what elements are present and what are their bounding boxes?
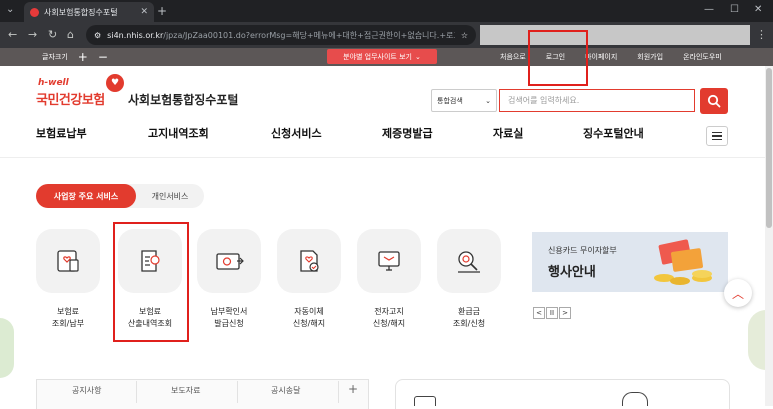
mypage-link[interactable]: 마이페이지 (585, 52, 617, 62)
banner-subtitle: 신용카드 무이자할부 (548, 246, 617, 255)
home-icon[interactable]: ⌂ (67, 28, 74, 41)
premium-calc-highlight-box (113, 222, 189, 342)
banner-prev-button[interactable]: < (533, 307, 545, 319)
header-divider (0, 157, 773, 158)
home-link[interactable]: 처음으로 (500, 52, 526, 62)
login-highlight-box (528, 30, 588, 86)
notice-divider (338, 381, 339, 403)
document-icon (414, 396, 436, 406)
banner-title: 행사안내 (548, 265, 596, 280)
font-size-label: 글자크기 (42, 53, 68, 61)
font-size-control: 글자크기 + − (42, 48, 108, 66)
browser-menu-icon[interactable]: ⋮ (756, 28, 767, 41)
notice-divider (237, 381, 238, 403)
gnb-certificate[interactable]: 제증명발급 (382, 125, 433, 141)
refund-search-icon (458, 251, 480, 273)
service-label[interactable]: 자동이체 신청/해지 (274, 306, 344, 331)
site-title[interactable]: 사회보험통합징수포털 (128, 91, 238, 108)
e-notice-icon (378, 251, 400, 271)
notice-divider (136, 381, 137, 403)
site-info-icon[interactable]: ⚙ (94, 31, 101, 40)
tab-business-services[interactable]: 사업장 주요 서비스 (36, 184, 136, 208)
chevron-down-icon: ⌄ (414, 52, 421, 61)
reload-icon[interactable]: ↻ (48, 28, 57, 41)
decoration-left (0, 318, 14, 378)
back-icon[interactable]: ← (8, 28, 17, 41)
chat-icon (622, 392, 648, 406)
certificate-icon (216, 253, 244, 270)
service-label[interactable]: 환급금 조회/신청 (434, 306, 504, 331)
tab-list-icon[interactable]: ⌄ (6, 4, 14, 15)
browser-tab[interactable]: 사회보험통합징수포털 ✕ (24, 2, 154, 22)
site-favicon-icon (30, 7, 39, 17)
font-decrease-button[interactable]: − (98, 51, 108, 63)
document-heart-icon (57, 250, 79, 272)
service-auto-transfer[interactable] (277, 229, 341, 293)
gnb-payment[interactable]: 보험료납부 (36, 125, 87, 141)
scrollbar-thumb[interactable] (766, 68, 772, 228)
service-premium-payment[interactable] (36, 229, 100, 293)
search-input[interactable]: 검색어를 입력하세요. (499, 89, 695, 112)
menu-button[interactable] (706, 126, 728, 146)
browser-toolbar: ← → ↻ ⌂ ⚙ si4n.nhis.or.kr/jpza/JpZaa0010… (0, 22, 773, 48)
bookmark-star-icon[interactable]: ☆ (461, 31, 468, 40)
tab-personal-services[interactable]: 개인서비스 (140, 184, 200, 208)
gnb-archive[interactable]: 자료실 (493, 125, 523, 141)
tab-press[interactable]: 보도자료 (171, 385, 200, 396)
scroll-top-button[interactable]: ︿ (724, 279, 752, 307)
minimize-icon[interactable]: — (704, 4, 714, 15)
search-scope-select[interactable]: 통합검색 ⌄ (431, 89, 497, 112)
close-window-icon[interactable]: ✕ (754, 4, 762, 15)
quick-menu-panel (395, 379, 730, 409)
gnb-application[interactable]: 신청서비스 (271, 125, 322, 141)
maximize-icon[interactable]: ☐ (730, 4, 739, 15)
banner-pause-button[interactable]: II (546, 307, 558, 319)
tab-notices[interactable]: 공지사항 (72, 385, 101, 396)
search-button[interactable] (700, 88, 728, 114)
field-sites-label: 분야별 업무사이트 보기 (343, 52, 412, 61)
chevron-up-icon: ︿ (731, 286, 744, 301)
credit-card-coins-icon (654, 239, 712, 285)
url-host: si4n.nhis.or.kr (107, 30, 164, 40)
service-label[interactable]: 전자고지 신청/해지 (354, 306, 424, 331)
address-bar[interactable]: ⚙ si4n.nhis.or.kr/jpza/JpZaa00101.do?err… (86, 25, 476, 45)
decoration-right (748, 310, 766, 370)
url-text: si4n.nhis.or.kr/jpza/JpZaa00101.do?error… (107, 30, 455, 41)
browser-tab-bar: ⌄ 사회보험통합징수포털 ✕ + — ☐ ✕ (0, 0, 773, 22)
notice-more-icon[interactable]: + (348, 382, 358, 396)
search-placeholder: 검색어를 입력하세요. (508, 96, 580, 105)
gnb-portal-guide[interactable]: 징수포털안내 (583, 125, 644, 141)
tab-public-delivery[interactable]: 공시송달 (271, 385, 300, 396)
logo-hwell: h-well (38, 78, 69, 88)
search-scope-value: 통합검색 (437, 96, 463, 105)
signup-link[interactable]: 회원가입 (637, 52, 663, 62)
banner-next-button[interactable]: > (559, 307, 571, 319)
heart-icon: ♥ (106, 74, 124, 92)
tab-title: 사회보험통합징수포털 (44, 7, 118, 17)
logo-main[interactable]: 국민건강보험 (36, 89, 105, 108)
gnb-notice-history[interactable]: 고지내역조회 (148, 125, 209, 141)
close-tab-icon[interactable]: ✕ (140, 7, 148, 17)
service-e-notice[interactable] (357, 229, 421, 293)
url-path: /jpza/JpZaa00101.do?errorMsg=해당+메뉴에+대한+접… (163, 30, 455, 40)
new-tab-icon[interactable]: + (157, 4, 167, 18)
field-sites-button[interactable]: 분야별 업무사이트 보기 ⌄ (327, 49, 437, 64)
search-icon (707, 94, 721, 108)
service-refund[interactable] (437, 229, 501, 293)
service-payment-certificate[interactable] (197, 229, 261, 293)
font-increase-button[interactable]: + (78, 51, 88, 63)
chevron-down-icon: ⌄ (485, 96, 491, 105)
online-help-link[interactable]: 온라인도우미 (683, 52, 722, 62)
forward-icon[interactable]: → (28, 28, 37, 41)
auto-transfer-icon (300, 250, 319, 272)
service-label[interactable]: 보험료 조회/납부 (33, 306, 103, 331)
service-label[interactable]: 납부확인서 발급신청 (194, 306, 264, 331)
redacted-extension-area (480, 25, 750, 45)
